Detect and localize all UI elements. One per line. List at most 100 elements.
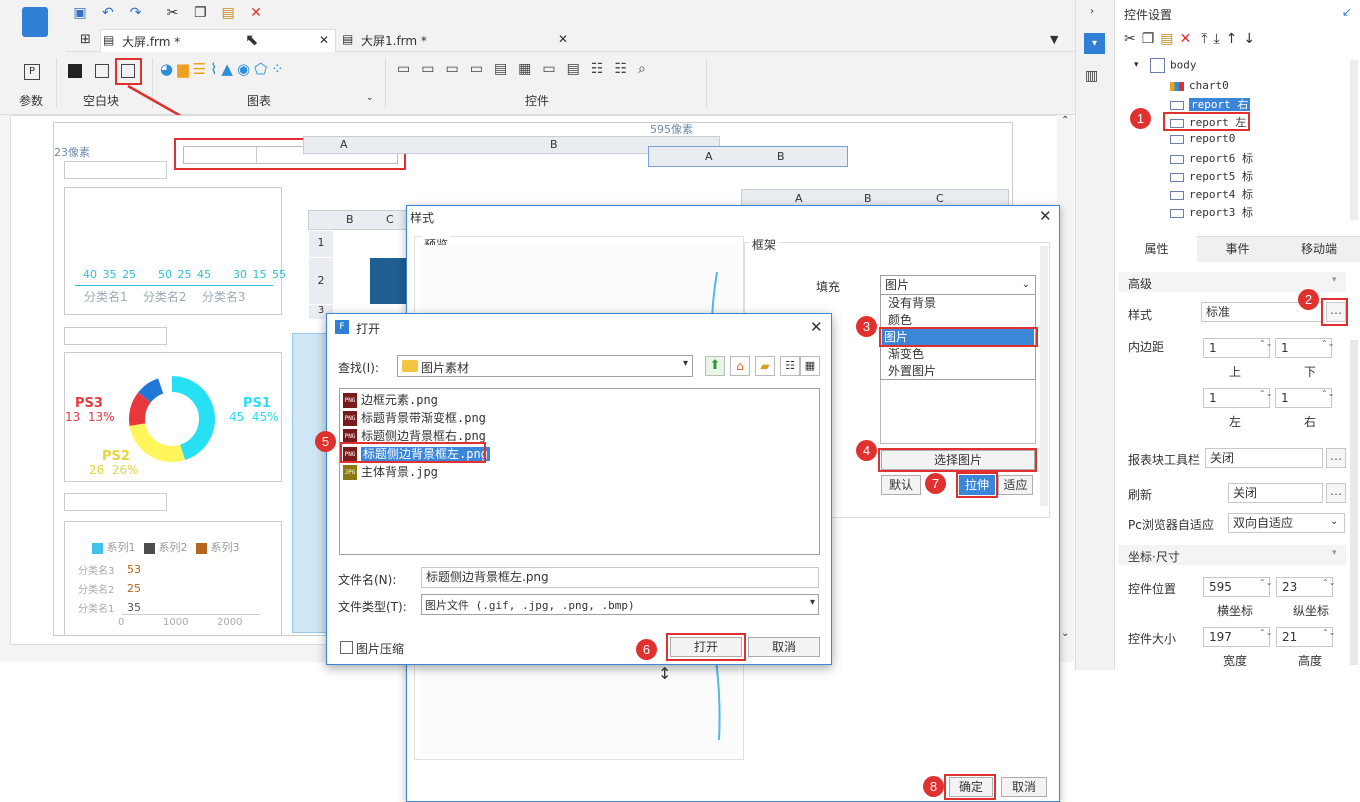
copy-icon[interactable]: ❐ <box>1142 31 1161 47</box>
choose-image-button[interactable]: 选择图片 <box>881 450 1035 470</box>
position-x-input[interactable]: 595 <box>1203 577 1270 597</box>
radar-chart-icon[interactable]: ⬠ <box>254 60 271 78</box>
paste-icon[interactable]: ▤ <box>1160 31 1179 47</box>
button-icon[interactable]: ▭ <box>445 61 469 77</box>
filetype-select[interactable]: 图片文件 (.gif, .jpg, .png, .bmp) ▾ <box>421 594 819 615</box>
tab-events[interactable]: 事件 <box>1197 236 1278 262</box>
frame-scrollbar[interactable] <box>1040 246 1048 506</box>
mode-default[interactable]: 默认 <box>881 475 921 495</box>
param-icon[interactable]: P <box>24 64 40 80</box>
mode-stretch[interactable]: 拉伸 <box>959 475 995 495</box>
close-icon[interactable]: ✕ <box>558 32 568 46</box>
small-title-widget[interactable] <box>64 161 167 179</box>
app-logo-icon[interactable] <box>22 7 48 37</box>
new-folder-icon[interactable]: ▰ <box>755 356 775 376</box>
bar-chart-icon[interactable]: ▆ <box>177 60 193 78</box>
tree-report-left[interactable]: report 左 <box>1170 114 1246 130</box>
copy-icon[interactable]: ❐ <box>191 4 209 22</box>
small-title-widget[interactable] <box>64 493 167 511</box>
position-y-input[interactable]: 23 <box>1276 577 1333 597</box>
chevron-up-icon[interactable]: ⌃ <box>1061 115 1069 126</box>
chevron-down-icon[interactable]: ⌄ <box>1330 516 1338 527</box>
pc-adapt-select[interactable]: 双向自适应 <box>1228 513 1345 533</box>
refresh-field[interactable]: 关闭 <box>1228 483 1323 503</box>
move-up-icon[interactable]: ↑ <box>1226 31 1244 47</box>
tab-block-icon[interactable] <box>121 64 135 78</box>
hbar-chart-icon[interactable]: ☰ <box>193 60 210 78</box>
small-title-widget[interactable] <box>64 327 167 345</box>
up-folder-icon[interactable]: ⬆ <box>705 356 725 376</box>
chevron-down-icon[interactable]: ⌄ <box>366 93 374 103</box>
sidebar-collapse[interactable] <box>0 115 10 662</box>
padding-top-input[interactable]: 1 <box>1203 338 1270 358</box>
file-item[interactable]: JPG 主体背景.jpg <box>343 463 438 480</box>
mode-fit[interactable]: 适应 <box>998 475 1033 495</box>
combo-icon[interactable]: ▭ <box>470 61 494 77</box>
home-icon[interactable]: ⌂ <box>730 356 750 376</box>
tab-dapin[interactable]: ▤ 大屏.frm * ✕ <box>100 29 336 52</box>
tree-report3[interactable]: report3 标 <box>1170 204 1253 220</box>
grid-view-icon[interactable]: ⊞ <box>80 32 91 47</box>
file-item-selected[interactable]: PNG 标题侧边背景框左.png <box>343 445 490 462</box>
move-down-icon[interactable]: ↓ <box>1243 31 1261 47</box>
fill-select[interactable]: 图片 ⌄ <box>880 275 1036 295</box>
gauge-chart-icon[interactable]: ◉ <box>237 60 254 78</box>
refresh-more[interactable]: … <box>1326 483 1346 503</box>
ok-button[interactable]: 确定 <box>949 777 993 797</box>
cut-icon[interactable]: ✂ <box>163 4 181 22</box>
move-top-icon[interactable]: ⤒ <box>1201 31 1213 47</box>
file-item[interactable]: PNG 标题背景带渐变框.png <box>343 409 486 426</box>
report-toolbar-field[interactable]: 关闭 <box>1205 448 1323 468</box>
chevron-down-icon[interactable]: ▾ <box>1332 275 1337 285</box>
textarea-icon[interactable]: ▤ <box>567 61 591 77</box>
delete-icon[interactable]: ✕ <box>1180 31 1198 47</box>
save-icon[interactable]: ▣ <box>71 4 89 22</box>
split-block-icon[interactable] <box>95 64 109 78</box>
blank-block-icon[interactable] <box>68 64 82 78</box>
date-icon[interactable]: ▦ <box>518 61 542 77</box>
fill-option-gradient[interactable]: 渐变色 <box>886 346 1036 363</box>
tab-mobile[interactable]: 移动端 <box>1278 236 1360 262</box>
padding-right-input[interactable]: 1 <box>1275 388 1332 408</box>
list-view-icon[interactable]: ☷ <box>780 356 800 376</box>
tree-body[interactable]: body <box>1150 58 1197 73</box>
scatter-chart-icon[interactable]: ⁘ <box>271 60 288 78</box>
cut-icon[interactable]: ✂ <box>1124 31 1142 47</box>
tab-menu-icon[interactable]: ▼ <box>1050 33 1058 46</box>
file-item[interactable]: PNG 标题侧边背景框右.png <box>343 427 486 444</box>
selected-widget[interactable] <box>648 146 848 167</box>
tree-toggle-icon[interactable]: ▾ <box>1134 60 1139 70</box>
form-icon[interactable]: ▤ <box>494 61 518 77</box>
compress-checkbox[interactable] <box>340 641 353 654</box>
label-icon[interactable]: ▭ <box>421 61 445 77</box>
tree-report0[interactable]: report0 <box>1170 132 1235 145</box>
paste-icon[interactable]: ▤ <box>219 4 237 22</box>
fill-option-none[interactable]: 没有背景 <box>886 295 1036 312</box>
search-icon[interactable]: ⌕ <box>638 61 657 77</box>
cancel-button[interactable]: 取消 <box>748 637 820 657</box>
area-chart-icon[interactable]: ▲ <box>221 60 237 78</box>
line-chart-icon[interactable]: ⌇ <box>210 60 221 78</box>
tree-chart0[interactable]: chart0 <box>1170 79 1229 92</box>
tree-report4[interactable]: report4 标 <box>1170 186 1253 202</box>
filename-input[interactable]: 标题侧边背景框左.png <box>421 567 819 588</box>
file-item[interactable]: PNG 边框元素.png <box>343 391 438 408</box>
tree-report5[interactable]: report5 标 <box>1170 168 1253 184</box>
undo-icon[interactable]: ↶ <box>99 4 117 22</box>
padding-left-input[interactable]: 1 <box>1203 388 1270 408</box>
chevron-right-icon[interactable]: › <box>1090 6 1094 17</box>
textbox-icon[interactable]: ▭ <box>397 61 421 77</box>
checkbox-icon[interactable]: ☷ <box>614 61 638 77</box>
move-bottom-icon[interactable]: ⤓ <box>1213 31 1225 47</box>
style-more-button[interactable]: … <box>1326 302 1346 322</box>
fill-option-external[interactable]: 外置图片 <box>886 363 1036 380</box>
redo-icon[interactable]: ↷ <box>127 4 145 22</box>
close-icon[interactable]: ✕ <box>319 33 329 47</box>
number-icon[interactable]: ▭ <box>542 61 566 77</box>
pie-chart-icon[interactable]: ◕ <box>160 60 177 78</box>
close-icon[interactable]: ✕ <box>810 318 823 336</box>
tab-props[interactable]: 属性 <box>1116 236 1197 262</box>
tree-report-right[interactable]: report 右 <box>1170 96 1251 112</box>
tree-scrollbar[interactable] <box>1350 60 1358 220</box>
tab-dapin1[interactable]: ▤ 大屏1.frm * ✕ <box>338 29 574 52</box>
